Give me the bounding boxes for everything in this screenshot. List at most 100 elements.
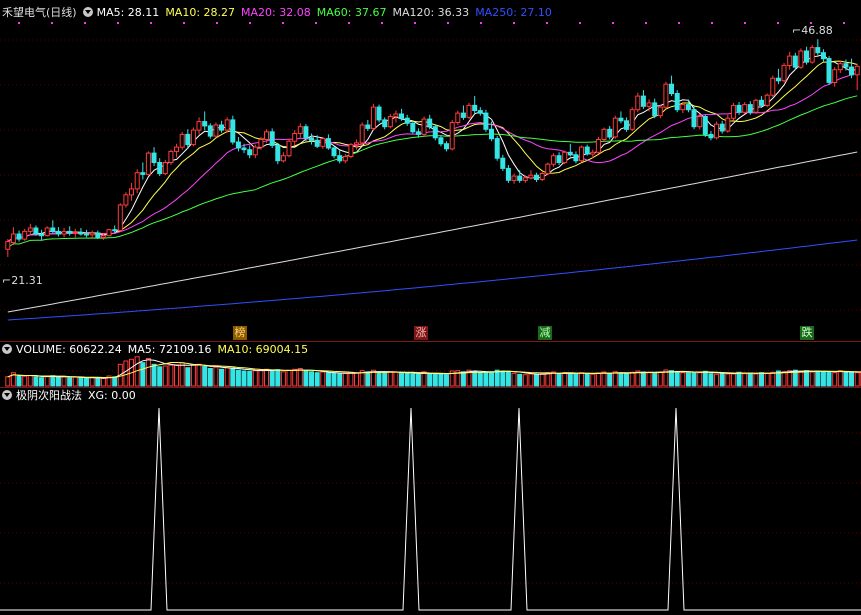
volume-bar — [95, 377, 101, 387]
candle — [466, 104, 472, 118]
candle — [680, 104, 686, 111]
candle — [61, 230, 67, 235]
candle — [832, 69, 838, 83]
volume-bar — [595, 372, 601, 387]
collapse-icon[interactable] — [2, 390, 12, 400]
marker-dot — [183, 22, 185, 24]
volume-bar — [511, 372, 517, 387]
candle — [494, 138, 500, 159]
candle — [140, 172, 146, 175]
volume-bar — [646, 372, 652, 387]
candle — [702, 116, 708, 135]
candle — [652, 102, 658, 117]
volume-bar — [432, 373, 438, 387]
indicator-name: 极阴次阳战法 — [16, 389, 82, 402]
volume-bar — [489, 371, 494, 387]
marker-dot — [414, 22, 416, 24]
candle — [674, 93, 680, 111]
candle — [297, 126, 303, 134]
candle — [410, 122, 416, 133]
candle — [22, 230, 28, 240]
price-chart[interactable] — [0, 0, 861, 341]
candle — [264, 131, 269, 141]
price-legend: 禾望电气(日线) MA5: 28.11 MA10: 28.27 MA20: 32.08… — [2, 6, 558, 20]
candle — [27, 227, 33, 232]
volume-bar — [826, 371, 832, 387]
volume-bar — [309, 371, 314, 387]
candle — [235, 141, 241, 149]
candle — [157, 162, 163, 175]
candle — [196, 121, 202, 131]
volume-bar — [213, 366, 219, 387]
volume-bar — [854, 372, 860, 387]
candle — [354, 142, 359, 146]
volume-bar — [494, 369, 500, 387]
volume-bar — [550, 371, 556, 387]
volume-bar — [39, 377, 44, 387]
marker-dot — [51, 22, 53, 24]
ma60-label: MA60: 37.67 — [316, 6, 387, 19]
indicator-panel[interactable]: 极阴次阳战法 XG: 0.00 — [0, 388, 861, 615]
volume-bar — [72, 376, 78, 387]
volume-bar — [545, 372, 551, 387]
volume-bar — [280, 371, 286, 387]
candle — [545, 163, 551, 175]
indicator-chart[interactable] — [0, 388, 861, 615]
collapse-icon[interactable] — [2, 344, 12, 354]
volume-bar — [84, 377, 89, 387]
candle — [787, 55, 793, 66]
marker-dot — [84, 22, 86, 24]
volume-bar — [224, 367, 230, 387]
volume-panel[interactable]: VOLUME: 60622.24 MA5: 72109.16 MA10: 69004… — [0, 342, 861, 387]
candle — [348, 144, 354, 158]
marker-dot — [18, 22, 20, 24]
ma20-line — [7, 72, 858, 243]
candle — [134, 172, 140, 190]
candle — [393, 113, 399, 118]
volume-bar — [804, 370, 809, 387]
marker-dot — [150, 22, 152, 24]
volume-bar — [584, 373, 590, 387]
candle — [775, 77, 781, 82]
marker-dot — [117, 22, 119, 24]
collapse-icon[interactable] — [82, 7, 93, 17]
volume-bar — [292, 368, 298, 387]
volume-bar — [742, 373, 748, 387]
candle — [590, 151, 596, 155]
candle — [528, 174, 534, 179]
volume-bar — [145, 358, 151, 387]
candle — [185, 133, 191, 146]
volume-bar — [207, 368, 213, 387]
candle — [151, 152, 157, 164]
candle — [697, 116, 703, 128]
volume-bar — [297, 368, 303, 387]
volume-bar — [89, 376, 95, 387]
volume-bar — [528, 373, 534, 387]
volume-bar — [640, 371, 646, 387]
volume-bar — [365, 371, 371, 387]
volume-bar — [252, 370, 258, 387]
candle — [837, 63, 843, 71]
volume-bar — [44, 375, 50, 387]
volume-bar — [202, 365, 208, 387]
candle — [759, 99, 764, 106]
volume-bar — [753, 373, 759, 387]
volume-bar — [534, 373, 539, 387]
candle — [117, 204, 123, 231]
volume-bar — [477, 372, 483, 387]
candle — [719, 123, 725, 132]
volume-bar — [22, 375, 28, 387]
candle — [258, 139, 264, 148]
price-panel[interactable]: 禾望电气(日线) MA5: 28.11 MA10: 28.27 MA20: 32.08… — [0, 0, 861, 341]
candle — [500, 157, 506, 169]
candle — [618, 117, 624, 122]
volume-bar — [100, 378, 106, 387]
ma250-line — [7, 239, 858, 321]
volume-bar — [387, 371, 393, 387]
candle — [286, 140, 292, 157]
candle — [612, 117, 618, 138]
volume-bar — [33, 376, 39, 387]
marker-dot — [315, 22, 317, 24]
candle — [325, 138, 331, 149]
volume-bar — [123, 360, 129, 387]
